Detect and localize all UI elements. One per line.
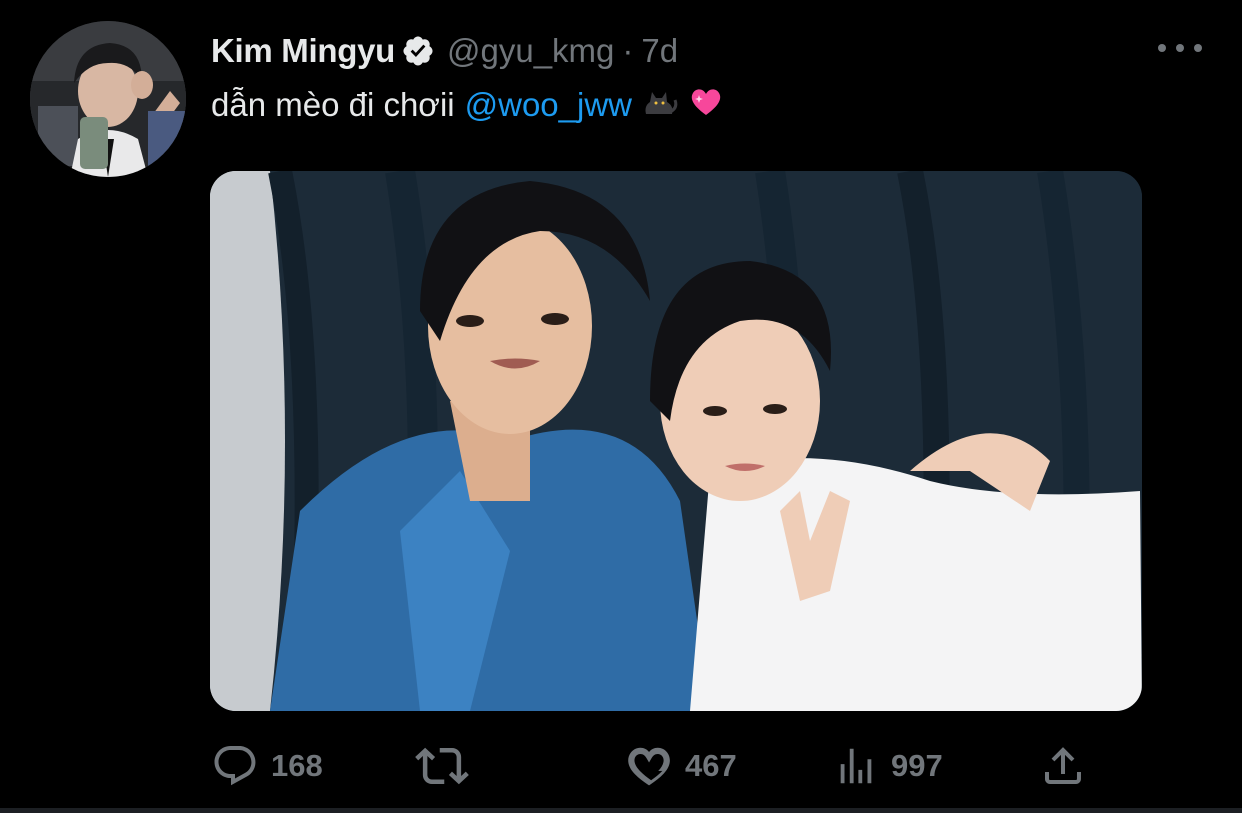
reply-button[interactable]: 168 [211, 738, 323, 794]
display-name[interactable]: Kim Mingyu [211, 32, 395, 70]
divider [0, 808, 1242, 813]
more-dot [1158, 44, 1166, 52]
sparkling-heart-emoji [688, 84, 724, 126]
views-button[interactable]: 997 [833, 738, 943, 794]
tweet-text: dẫn mèo đi chơii @woo_jww [211, 84, 724, 126]
avatar-photo [30, 21, 186, 177]
tweet-header: Kim Mingyu @gyu_kmg · 7d [211, 26, 678, 76]
action-bar: 168 467 997 [211, 738, 1091, 794]
tweet[interactable]: Kim Mingyu @gyu_kmg · 7d dẫn mèo đi chơi… [0, 0, 1242, 813]
tweet-photo[interactable] [210, 171, 1142, 711]
retweet-icon [415, 747, 469, 785]
retweet-button[interactable] [415, 738, 481, 794]
separator-dot: · [622, 32, 634, 69]
verified-badge-icon [403, 36, 433, 66]
views-count: 997 [891, 748, 943, 783]
tweet-body: dẫn mèo đi chơii [211, 86, 455, 123]
like-count: 467 [685, 748, 737, 783]
photo-image [210, 171, 1142, 711]
avatar[interactable] [30, 21, 186, 177]
handle[interactable]: @gyu_kmg [447, 32, 614, 70]
share-icon [1045, 747, 1081, 784]
black-cat-emoji [642, 84, 678, 126]
timestamp[interactable]: 7d [641, 32, 678, 70]
more-dot [1176, 44, 1184, 52]
share-button[interactable] [1039, 738, 1099, 794]
more-icon[interactable] [1158, 36, 1202, 60]
reply-icon [214, 746, 256, 786]
views-icon [840, 748, 872, 784]
more-dot [1194, 44, 1202, 52]
like-icon [628, 747, 670, 786]
mention-link[interactable]: @woo_jww [465, 86, 632, 124]
like-button[interactable]: 467 [623, 738, 737, 794]
reply-count: 168 [271, 748, 323, 783]
